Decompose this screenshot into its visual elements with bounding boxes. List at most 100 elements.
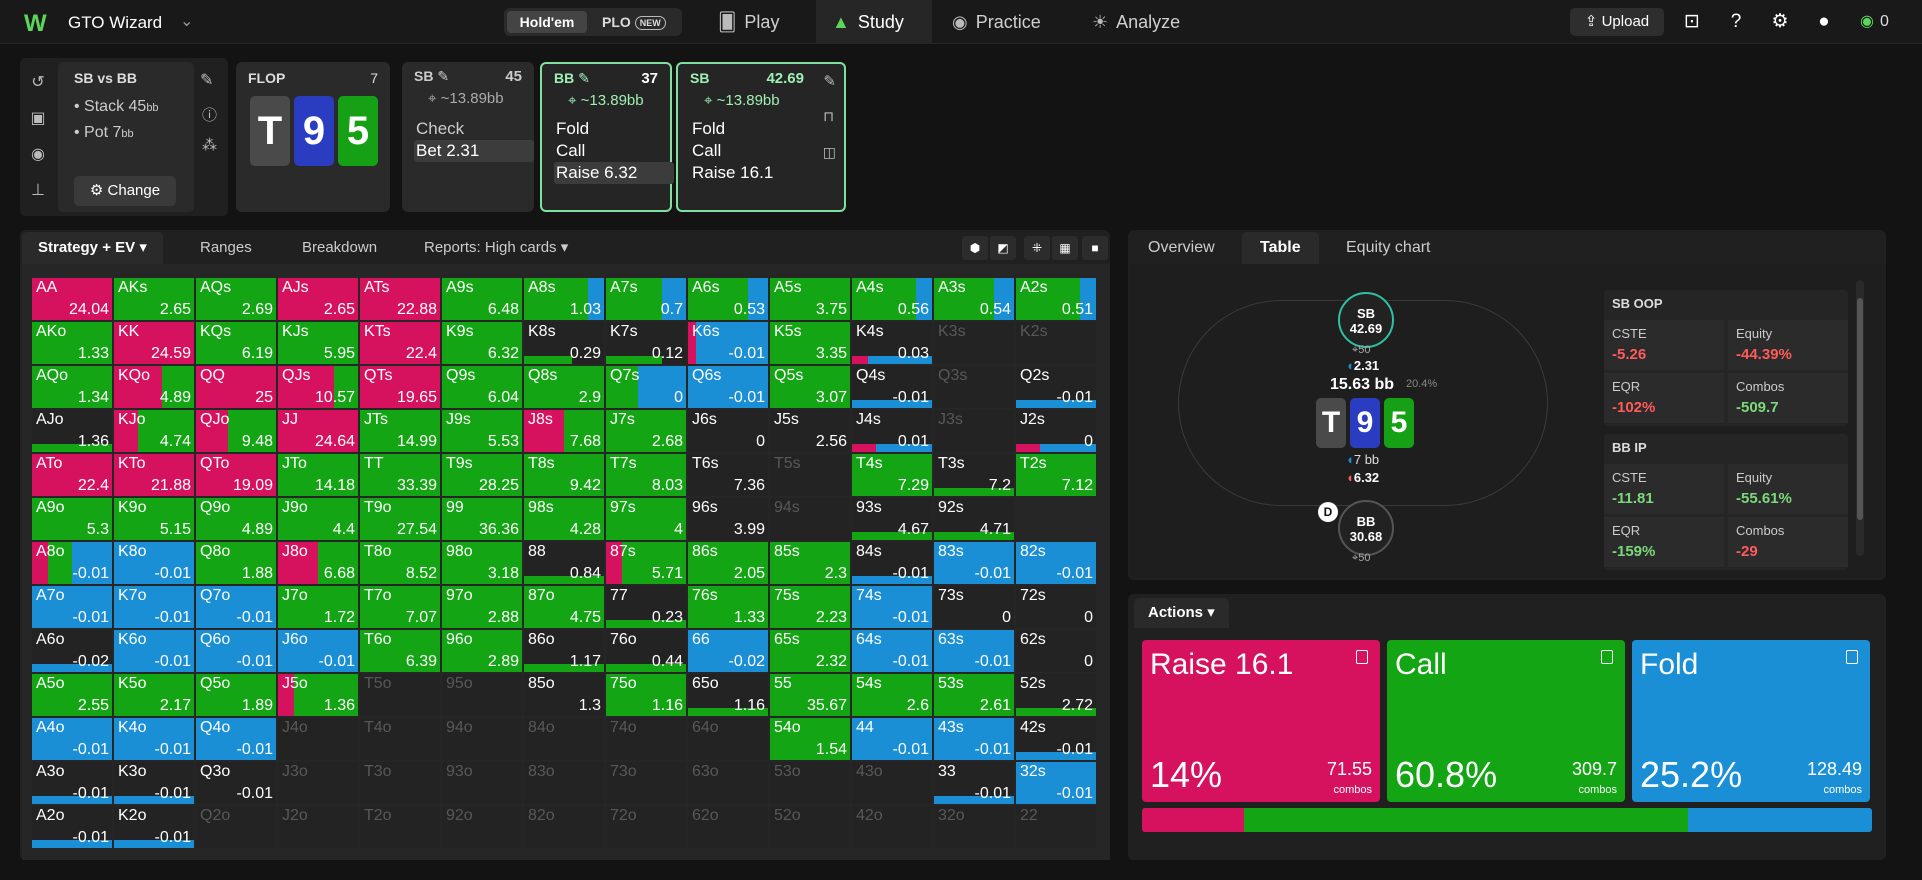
hand-cell[interactable]: K3s bbox=[934, 322, 1014, 364]
hand-cell[interactable]: 76s 1.33 bbox=[688, 586, 768, 628]
help-icon[interactable]: ? bbox=[1724, 10, 1748, 34]
hand-cell[interactable]: A8o -0.01 bbox=[32, 542, 112, 584]
mode-plo[interactable]: PLO NEW bbox=[594, 11, 680, 33]
hand-cell[interactable]: Q4o -0.01 bbox=[196, 718, 276, 760]
hand-cell[interactable]: T9s 28.25 bbox=[442, 454, 522, 496]
action-fold[interactable]: Fold bbox=[554, 118, 674, 140]
hand-cell[interactable]: J7s 2.68 bbox=[606, 410, 686, 452]
square-icon[interactable]: ■ bbox=[1082, 236, 1108, 260]
hand-cell[interactable]: KK 24.59 bbox=[114, 322, 194, 364]
hand-cell[interactable]: 43o bbox=[852, 762, 932, 804]
hand-cell[interactable]: A8s 1.03 bbox=[524, 278, 604, 320]
edit-icon[interactable]: ✎ bbox=[823, 72, 836, 90]
hand-cell[interactable]: 84s -0.01 bbox=[852, 542, 932, 584]
hand-cell[interactable]: T4o bbox=[360, 718, 440, 760]
hand-cell[interactable]: T5o bbox=[360, 674, 440, 716]
save-icon[interactable]: ▣ bbox=[20, 108, 56, 128]
seat-bb[interactable]: BB 30.68 bbox=[1338, 500, 1394, 556]
contrast-icon[interactable]: ◩ bbox=[990, 236, 1016, 260]
stats-scrollbar[interactable] bbox=[1856, 280, 1864, 556]
hand-cell[interactable]: K2s bbox=[1016, 322, 1096, 364]
hand-cell[interactable]: T7s 8.03 bbox=[606, 454, 686, 496]
brand-name[interactable]: GTO Wizard bbox=[68, 13, 162, 33]
tab-breakdown[interactable]: Breakdown bbox=[286, 232, 393, 264]
tab-overview[interactable]: Overview bbox=[1130, 232, 1233, 264]
hand-cell[interactable]: 93o bbox=[442, 762, 522, 804]
edit-icon[interactable]: ✎ bbox=[200, 70, 213, 90]
hand-cell[interactable]: JTo 14.18 bbox=[278, 454, 358, 496]
hand-cell[interactable]: T8o 8.52 bbox=[360, 542, 440, 584]
hand-cell[interactable]: KTo 21.88 bbox=[114, 454, 194, 496]
hand-cell[interactable]: 66 -0.02 bbox=[688, 630, 768, 672]
hand-cell[interactable]: Q8s 2.9 bbox=[524, 366, 604, 408]
compare-icon[interactable]: ◫ bbox=[823, 144, 836, 161]
hand-cell[interactable]: JTs 14.99 bbox=[360, 410, 440, 452]
hand-cell[interactable]: 98s 4.28 bbox=[524, 498, 604, 540]
hand-cell[interactable]: K7s 0.12 bbox=[606, 322, 686, 364]
hand-cell[interactable]: 86o 1.17 bbox=[524, 630, 604, 672]
report-icon[interactable] bbox=[1356, 650, 1368, 664]
hand-cell[interactable]: A2s 0.51 bbox=[1016, 278, 1096, 320]
nodes-icon[interactable]: ⁂ bbox=[202, 136, 217, 154]
tab-equity-chart[interactable]: Equity chart bbox=[1328, 232, 1448, 264]
hand-cell[interactable]: KJo 4.74 bbox=[114, 410, 194, 452]
hand-cell[interactable]: J2o bbox=[278, 806, 358, 848]
hand-cell[interactable]: T5s bbox=[770, 454, 850, 496]
hand-cell[interactable]: 97o 2.88 bbox=[442, 586, 522, 628]
hand-cell[interactable]: AQs 2.69 bbox=[196, 278, 276, 320]
hand-cell[interactable]: K8o -0.01 bbox=[114, 542, 194, 584]
hand-cell[interactable]: Q5o 1.89 bbox=[196, 674, 276, 716]
action-call[interactable]: Call bbox=[554, 140, 674, 162]
change-button[interactable]: ⚙ Change bbox=[74, 176, 176, 206]
hand-cell[interactable]: Q9o 4.89 bbox=[196, 498, 276, 540]
hand-cell[interactable]: AA 24.04 bbox=[32, 278, 112, 320]
actions-dropdown[interactable]: Actions ▾ bbox=[1134, 598, 1229, 628]
hand-cell[interactable]: Q2s -0.01 bbox=[1016, 366, 1096, 408]
hand-cell[interactable]: 75s 2.23 bbox=[770, 586, 850, 628]
hand-cell[interactable]: K9s 6.32 bbox=[442, 322, 522, 364]
hand-cell[interactable]: 82s -0.01 bbox=[1016, 542, 1096, 584]
hand-cell[interactable]: 94s bbox=[770, 498, 850, 540]
hand-cell[interactable]: 74s -0.01 bbox=[852, 586, 932, 628]
gto-wizard-logo[interactable]: W bbox=[24, 10, 47, 38]
hand-cell[interactable]: Q9s 6.04 bbox=[442, 366, 522, 408]
hand-cell[interactable]: 77 0.23 bbox=[606, 586, 686, 628]
hand-cell[interactable]: 53o bbox=[770, 762, 850, 804]
hand-cell[interactable]: T2o bbox=[360, 806, 440, 848]
hand-cell[interactable]: AJs 2.65 bbox=[278, 278, 358, 320]
hand-cell[interactable]: KJs 5.95 bbox=[278, 322, 358, 364]
hand-cell[interactable]: Q3o -0.01 bbox=[196, 762, 276, 804]
tab-table[interactable]: Table bbox=[1242, 232, 1319, 264]
hand-cell[interactable]: 72o bbox=[606, 806, 686, 848]
chevron-down-icon[interactable]: ⌄ bbox=[180, 11, 193, 31]
hand-cell[interactable]: K6s -0.01 bbox=[688, 322, 768, 364]
hand-cell[interactable]: Q6s -0.01 bbox=[688, 366, 768, 408]
hand-cell[interactable]: Q3s bbox=[934, 366, 1014, 408]
hand-cell[interactable]: AJo 1.36 bbox=[32, 410, 112, 452]
action-raise[interactable]: Raise 16.1 bbox=[690, 162, 810, 184]
hand-cell[interactable]: 86s 2.05 bbox=[688, 542, 768, 584]
hand-cell[interactable]: K4s 0.03 bbox=[852, 322, 932, 364]
cube-icon[interactable]: ⬢ bbox=[962, 236, 988, 260]
action-box[interactable]: Fold 25.2% 128.49 combos bbox=[1632, 640, 1870, 802]
hand-cell[interactable]: 83o bbox=[524, 762, 604, 804]
hand-cell[interactable]: J4o bbox=[278, 718, 358, 760]
hand-cell[interactable]: 65s 2.32 bbox=[770, 630, 850, 672]
hand-cell[interactable]: J6s 0 bbox=[688, 410, 768, 452]
hand-cell[interactable]: J8s 7.68 bbox=[524, 410, 604, 452]
hand-cell[interactable]: 64o bbox=[688, 718, 768, 760]
action-bet[interactable]: Bet 2.31 bbox=[414, 140, 534, 162]
hand-cell[interactable]: 63o bbox=[688, 762, 768, 804]
hand-cell[interactable]: J6o -0.01 bbox=[278, 630, 358, 672]
hand-cell[interactable]: 76o 0.44 bbox=[606, 630, 686, 672]
nav-practice[interactable]: ◉ Practice bbox=[952, 0, 1082, 44]
lock-icon[interactable]: ⊓ bbox=[823, 108, 834, 125]
action-raise[interactable]: Raise 6.32 bbox=[554, 162, 674, 184]
hand-cell[interactable]: TT 33.39 bbox=[360, 454, 440, 496]
settings-icon[interactable]: ⚙ bbox=[1768, 10, 1792, 34]
hand-cell[interactable]: Q5s 3.07 bbox=[770, 366, 850, 408]
hand-cell[interactable]: 32s -0.01 bbox=[1016, 762, 1096, 804]
hand-cell[interactable]: 87o 4.75 bbox=[524, 586, 604, 628]
hand-cell[interactable]: A9o 5.3 bbox=[32, 498, 112, 540]
hand-cell[interactable]: 88 0.84 bbox=[524, 542, 604, 584]
